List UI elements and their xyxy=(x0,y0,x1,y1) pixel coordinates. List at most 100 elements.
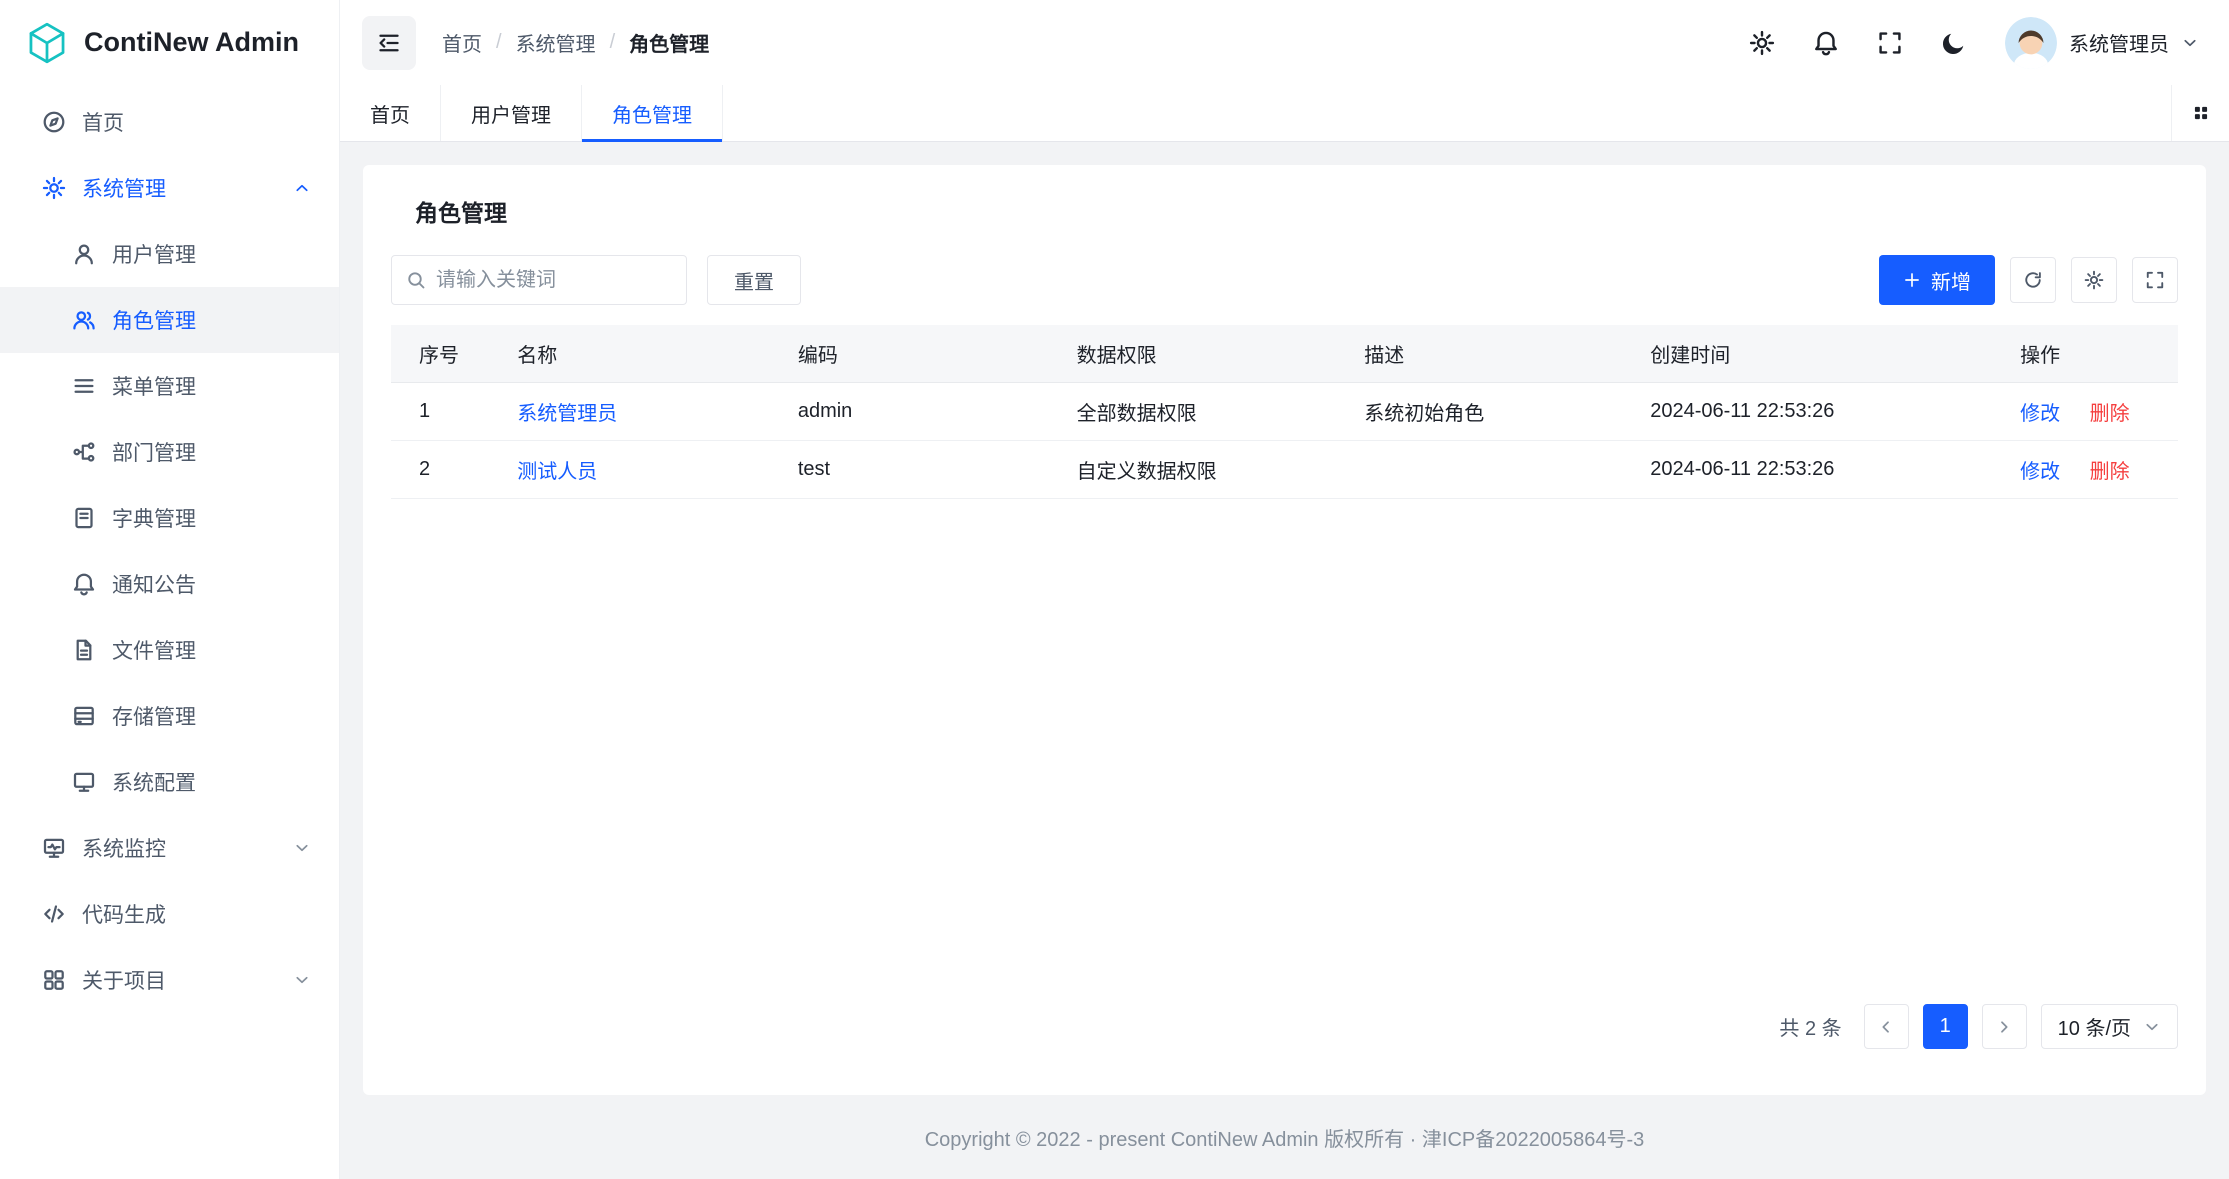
sidebar-item-menu-management[interactable]: 菜单管理 xyxy=(0,353,339,419)
add-button[interactable]: 新增 xyxy=(1879,255,1995,305)
delete-link[interactable]: 删除 xyxy=(2090,403,2130,425)
org-tree-icon xyxy=(72,440,96,464)
list-icon xyxy=(72,374,96,398)
search-icon xyxy=(406,270,426,290)
user-group-icon xyxy=(72,308,96,332)
toolbar: 重置 新增 xyxy=(391,255,2178,305)
table-row: 2 测试人员 test 自定义数据权限 2024-06-11 22:53:26 … xyxy=(391,440,2178,498)
page-title: 角色管理 xyxy=(415,197,2178,229)
cell-desc: 系统初始角色 xyxy=(1336,382,1622,440)
sidebar-item-label: 通知公告 xyxy=(112,569,311,599)
breadcrumb-current: 角色管理 xyxy=(629,28,709,57)
tab-home[interactable]: 首页 xyxy=(340,85,441,141)
settings-button[interactable] xyxy=(1749,30,1775,56)
breadcrumb-system-management[interactable]: 系统管理 xyxy=(516,28,596,57)
sidebar-item-dict-management[interactable]: 字典管理 xyxy=(0,485,339,551)
sidebar-item-label: 用户管理 xyxy=(112,239,311,269)
sidebar-item-label: 存储管理 xyxy=(112,701,311,731)
table-row: 1 系统管理员 admin 全部数据权限 系统初始角色 2024-06-11 2… xyxy=(391,382,2178,440)
sidebar-item-file-management[interactable]: 文件管理 xyxy=(0,617,339,683)
fullscreen-icon xyxy=(2145,270,2165,290)
sidebar-item-label: 部门管理 xyxy=(112,437,311,467)
code-icon xyxy=(42,902,66,926)
chevron-up-icon xyxy=(293,179,311,197)
edit-link[interactable]: 修改 xyxy=(2020,461,2060,483)
refresh-button[interactable] xyxy=(2010,257,2056,303)
sidebar-item-role-management[interactable]: 角色管理 xyxy=(0,287,339,353)
menu-fold-icon xyxy=(377,31,401,55)
sidebar-item-code-generation[interactable]: 代码生成 xyxy=(0,881,339,947)
tab-actions-button[interactable] xyxy=(2171,85,2229,141)
sidebar-item-label: 字典管理 xyxy=(112,503,311,533)
prev-page-button[interactable] xyxy=(1864,1004,1909,1049)
breadcrumb-home[interactable]: 首页 xyxy=(442,28,482,57)
sidebar-item-storage-management[interactable]: 存储管理 xyxy=(0,683,339,749)
sidebar-item-label: 文件管理 xyxy=(112,635,311,665)
search-input[interactable] xyxy=(436,269,672,292)
sidebar-item-dept-management[interactable]: 部门管理 xyxy=(0,419,339,485)
chevron-down-icon xyxy=(293,971,311,989)
moon-icon xyxy=(1941,30,1967,56)
col-header-time: 创建时间 xyxy=(1622,325,1992,382)
pagination-total: 共 2 条 xyxy=(1779,1012,1841,1041)
breadcrumb-separator: / xyxy=(610,31,616,54)
sidebar-item-home[interactable]: 首页 xyxy=(0,89,339,155)
tab-bar: 首页 用户管理 角色管理 xyxy=(340,85,2229,142)
plus-icon xyxy=(1903,271,1921,289)
role-name-link[interactable]: 测试人员 xyxy=(517,461,597,483)
main-content: 角色管理 重置 新增 xyxy=(340,142,2229,1179)
sidebar-item-user-management[interactable]: 用户管理 xyxy=(0,221,339,287)
sidebar-item-label: 角色管理 xyxy=(112,305,311,335)
menu-fold-button[interactable] xyxy=(362,16,416,70)
tab-user-management[interactable]: 用户管理 xyxy=(441,85,582,141)
gear-icon xyxy=(1749,30,1775,56)
pagination: 共 2 条 1 10 条/页 xyxy=(1779,1004,2178,1049)
sidebar-item-system-management[interactable]: 系统管理 xyxy=(0,155,339,221)
col-header-actions: 操作 xyxy=(1992,325,2178,382)
sidebar-item-label: 系统监控 xyxy=(82,833,277,863)
sidebar-item-label: 首页 xyxy=(82,107,311,137)
reset-button[interactable]: 重置 xyxy=(707,255,801,305)
sidebar-item-notice[interactable]: 通知公告 xyxy=(0,551,339,617)
file-icon xyxy=(72,638,96,662)
chevron-down-icon xyxy=(2181,34,2199,52)
gear-icon xyxy=(42,176,66,200)
page-1-button[interactable]: 1 xyxy=(1923,1004,1968,1049)
cell-time: 2024-06-11 22:53:26 xyxy=(1622,382,1992,440)
col-header-no: 序号 xyxy=(391,325,489,382)
add-button-label: 新增 xyxy=(1931,266,1971,295)
sidebar-item-label: 代码生成 xyxy=(82,899,311,929)
col-header-code: 编码 xyxy=(770,325,1049,382)
sidebar-item-label: 关于项目 xyxy=(82,965,277,995)
delete-link[interactable]: 删除 xyxy=(2090,461,2130,483)
dark-mode-button[interactable] xyxy=(1941,30,1967,56)
notifications-button[interactable] xyxy=(1813,30,1839,56)
cell-code: test xyxy=(770,440,1049,498)
app-title: ContiNew Admin xyxy=(84,27,299,58)
app-logo[interactable]: ContiNew Admin xyxy=(0,0,339,85)
cell-desc xyxy=(1336,440,1622,498)
header: 首页 / 系统管理 / 角色管理 系统管理员 xyxy=(340,0,2229,85)
tab-role-management[interactable]: 角色管理 xyxy=(582,85,723,141)
fullscreen-button[interactable] xyxy=(1877,30,1903,56)
user-menu[interactable]: 系统管理员 xyxy=(2005,17,2199,69)
col-header-name: 名称 xyxy=(489,325,770,382)
table-fullscreen-button[interactable] xyxy=(2132,257,2178,303)
breadcrumb: 首页 / 系统管理 / 角色管理 xyxy=(442,28,709,57)
table-settings-button[interactable] xyxy=(2071,257,2117,303)
refresh-icon xyxy=(2023,270,2043,290)
sidebar-item-system-config[interactable]: 系统配置 xyxy=(0,749,339,815)
bell-icon xyxy=(72,572,96,596)
user-name: 系统管理员 xyxy=(2069,28,2169,57)
sidebar-item-system-monitor[interactable]: 系统监控 xyxy=(0,815,339,881)
role-name-link[interactable]: 系统管理员 xyxy=(517,403,617,425)
next-page-button[interactable] xyxy=(1982,1004,2027,1049)
footer: Copyright © 2022 - present ContiNew Admi… xyxy=(363,1095,2206,1179)
sidebar-item-about[interactable]: 关于项目 xyxy=(0,947,339,1013)
book-icon xyxy=(72,506,96,530)
page-size-select[interactable]: 10 条/页 xyxy=(2041,1004,2178,1049)
sidebar-submenu-system: 用户管理 角色管理 菜单管理 部门管理 字典管理 通知公告 xyxy=(0,221,339,815)
col-header-desc: 描述 xyxy=(1336,325,1622,382)
edit-link[interactable]: 修改 xyxy=(2020,403,2060,425)
fullscreen-icon xyxy=(1877,30,1903,56)
